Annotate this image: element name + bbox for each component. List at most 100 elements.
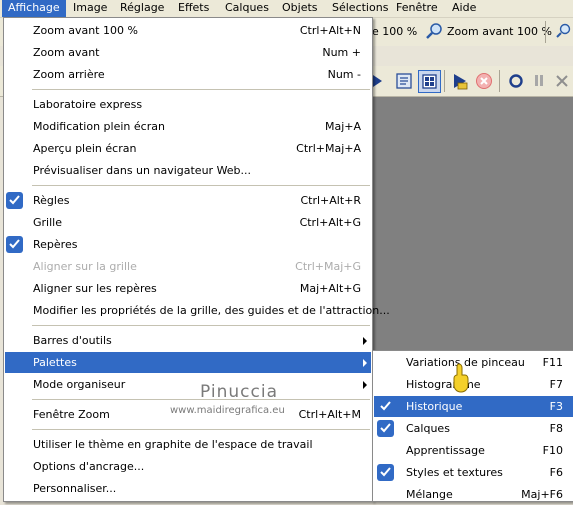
menu-item-shortcut: Ctrl+Alt+M: [298, 408, 361, 421]
toolbar-separator: [545, 21, 546, 43]
menu-item-label: Aligner sur les repères: [33, 282, 157, 295]
menu-item-shortcut: Maj+F6: [521, 488, 563, 501]
menu-item-label: Laboratoire express: [33, 98, 143, 111]
menu-item-shortcut: Num +: [322, 46, 361, 59]
menu-item-label: Zoom avant 100 %: [33, 24, 138, 37]
menu-item-zoom-arriere[interactable]: Zoom arrière Num -: [5, 64, 371, 85]
menu-item-palettes[interactable]: Palettes: [5, 352, 371, 373]
submenu-item-apprentissage[interactable]: Apprentissage F10: [374, 440, 573, 461]
menu-item-label: Palettes: [33, 356, 77, 369]
menu-item-label: Prévisualiser dans un navigateur Web...: [33, 164, 252, 177]
menu-item-aligner-grille: Aligner sur la grille Ctrl+Maj+G: [5, 256, 371, 277]
menu-separator: [32, 325, 370, 326]
menu-item-label: Fenêtre Zoom: [33, 408, 110, 421]
submenu-item-melange[interactable]: Mélange Maj+F6: [374, 484, 573, 505]
submenu-item-variations-pinceau[interactable]: Variations de pinceau F11: [374, 352, 573, 373]
play-icon[interactable]: [373, 75, 383, 87]
menu-item-aligner-reperes[interactable]: Aligner sur les repères Maj+Alt+G: [5, 278, 371, 299]
menu-item-personnaliser[interactable]: Personnaliser...: [5, 478, 371, 499]
checkmark-icon: [377, 420, 394, 437]
zoom-tool-icon[interactable]: [556, 23, 572, 39]
menu-item-theme-graphite[interactable]: Utiliser le thème en graphite de l'espac…: [5, 434, 371, 455]
menu-item-zoom-avant-100[interactable]: Zoom avant 100 % Ctrl+Alt+N: [5, 20, 371, 41]
menu-aide[interactable]: Aide: [446, 0, 482, 17]
menu-item-label: Historique: [406, 400, 463, 413]
menu-effets[interactable]: Effets: [172, 0, 215, 17]
menu-item-barres-outils[interactable]: Barres d'outils: [5, 330, 371, 351]
menu-item-zoom-avant[interactable]: Zoom avant Num +: [5, 42, 371, 63]
menu-item-shortcut: F6: [549, 466, 563, 479]
menu-selections[interactable]: Sélections: [326, 0, 394, 17]
menu-item-label: Calques: [406, 422, 450, 435]
menu-item-mode-organiseur[interactable]: Mode organiseur: [5, 374, 371, 395]
menu-item-shortcut: Num -: [327, 68, 361, 81]
run-script-icon[interactable]: [451, 72, 469, 90]
submenu-item-calques[interactable]: Calques F8: [374, 418, 573, 439]
menu-item-regles[interactable]: Règles Ctrl+Alt+R: [5, 190, 371, 211]
menu-item-label: Utiliser le thème en graphite de l'espac…: [33, 438, 313, 451]
menu-item-label: Personnaliser...: [33, 482, 117, 495]
menu-item-shortcut: Maj+A: [324, 120, 361, 133]
menu-image[interactable]: Image: [67, 0, 113, 17]
menu-item-shortcut: Ctrl+Alt+R: [300, 194, 361, 207]
menu-item-reperes[interactable]: Repères: [5, 234, 371, 255]
menu-item-previsualiser-navigateur[interactable]: Prévisualiser dans un navigateur Web...: [5, 160, 371, 181]
menu-item-label: Aligner sur la grille: [33, 260, 137, 273]
menu-item-shortcut: Ctrl+Alt+N: [299, 24, 361, 37]
menu-item-label: Aperçu plein écran: [33, 142, 137, 155]
menu-item-label: Barres d'outils: [33, 334, 112, 347]
menu-item-label: Options d'ancrage...: [33, 460, 145, 473]
menu-item-label: Grille: [33, 216, 62, 229]
menu-item-label: Modification plein écran: [33, 120, 165, 133]
stop-icon[interactable]: [475, 72, 493, 90]
menu-item-shortcut: F8: [549, 422, 563, 435]
script-icon[interactable]: [395, 72, 413, 90]
menu-item-shortcut: F7: [549, 378, 563, 391]
submenu-item-styles-textures[interactable]: Styles et textures F6: [374, 462, 573, 483]
menu-item-shortcut: F3: [549, 400, 563, 413]
close-icon[interactable]: [555, 74, 569, 88]
menu-item-apercu-plein-ecran[interactable]: Aperçu plein écran Ctrl+Maj+A: [5, 138, 371, 159]
menu-item-options-ancrage[interactable]: Options d'ancrage...: [5, 456, 371, 477]
menu-item-laboratoire-express[interactable]: Laboratoire express: [5, 94, 371, 115]
menu-reglage[interactable]: Réglage: [114, 0, 170, 17]
menu-item-modification-plein-ecran[interactable]: Modification plein écran Maj+A: [5, 116, 371, 137]
menu-item-label: Modifier les propriétés de la grille, de…: [33, 304, 390, 317]
menu-item-shortcut: Ctrl+Maj+G: [295, 260, 361, 273]
affichage-menu: Zoom avant 100 % Ctrl+Alt+N Zoom avant N…: [3, 17, 390, 502]
menu-objets[interactable]: Objets: [276, 0, 324, 17]
menu-fenetre[interactable]: Fenêtre: [390, 0, 444, 17]
menu-item-label: Mélange: [406, 488, 453, 501]
record-icon[interactable]: [508, 73, 524, 89]
zoom-in-icon[interactable]: [426, 23, 443, 40]
menu-separator: [32, 429, 370, 430]
menu-item-grille[interactable]: Grille Ctrl+Alt+G: [5, 212, 371, 233]
checkmark-icon: [6, 192, 23, 209]
submenu-item-histogramme[interactable]: Histogramme F7: [374, 374, 573, 395]
palettes-submenu: Variations de pinceau F11 Histogramme F7…: [372, 350, 573, 502]
submenu-arrow-icon: [363, 359, 367, 367]
checkmark-icon: [377, 398, 394, 415]
menu-calques[interactable]: Calques: [219, 0, 275, 17]
pause-icon[interactable]: [533, 74, 545, 88]
watermark-name: Pinuccia: [200, 382, 278, 402]
menu-item-label: Mode organiseur: [33, 378, 126, 391]
menu-item-label: Repères: [33, 238, 78, 251]
menu-separator: [32, 185, 370, 186]
menu-item-modifier-proprietes[interactable]: Modifier les propriétés de la grille, de…: [5, 300, 390, 321]
menu-separator: [32, 89, 370, 90]
toggle-button[interactable]: [418, 70, 441, 93]
menu-item-label: Apprentissage: [406, 444, 485, 457]
submenu-arrow-icon: [363, 337, 367, 345]
zoom-in-100-button-label[interactable]: Zoom avant 100 %: [447, 25, 552, 38]
menu-item-label: Zoom avant: [33, 46, 100, 59]
menu-affichage[interactable]: Affichage: [2, 0, 66, 17]
menu-item-label: Zoom arrière: [33, 68, 105, 81]
watermark-url: www.maidiregrafica.eu: [170, 405, 285, 416]
menu-item-shortcut: F11: [542, 356, 563, 369]
checkmark-icon: [377, 464, 394, 481]
zoom-100-button-label[interactable]: e 100 %: [372, 25, 417, 38]
submenu-item-historique[interactable]: Historique F3: [374, 396, 573, 417]
submenu-arrow-icon: [363, 381, 367, 389]
menu-item-label: Histogramme: [406, 378, 481, 391]
